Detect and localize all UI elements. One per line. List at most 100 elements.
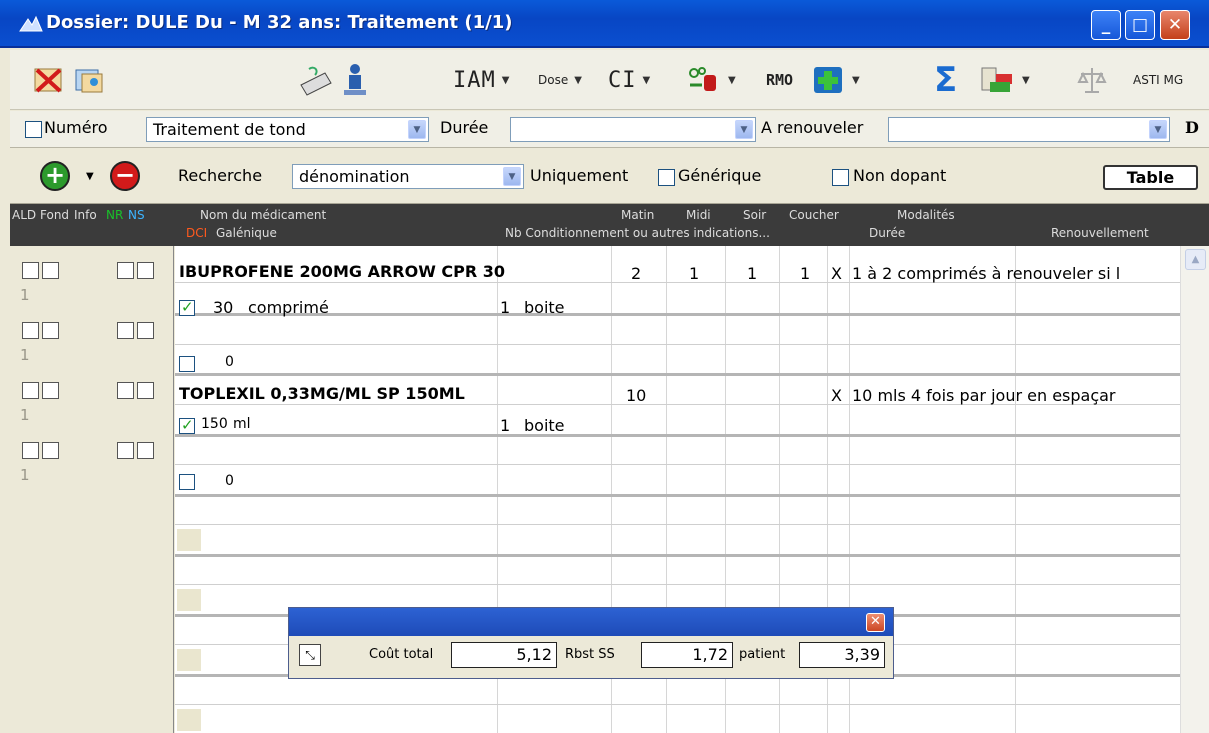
dose-coucher[interactable]: 1 <box>800 264 810 283</box>
ns-checkbox[interactable] <box>137 322 154 339</box>
header-midi: Midi <box>686 208 711 222</box>
ns-checkbox[interactable] <box>137 262 154 279</box>
galenique-checkbox[interactable] <box>179 356 195 372</box>
uniquement-label: Uniquement <box>530 166 629 185</box>
search-bar: + ▼ − Recherche dénomination ▼ Uniquemen… <box>10 149 1209 204</box>
nb-value[interactable]: 1 <box>500 298 510 317</box>
add-drug-icon[interactable]: + <box>40 161 70 191</box>
non-dopant-checkbox[interactable] <box>832 169 849 186</box>
scales-icon[interactable] <box>1075 62 1109 98</box>
header-ald: ALD <box>12 208 37 222</box>
minimize-button[interactable]: _ <box>1091 10 1121 40</box>
dropdown-arrow-icon[interactable]: ▼ <box>86 171 94 182</box>
pharmacy-cross-button[interactable]: ▼ <box>810 62 860 98</box>
renouveler-select[interactable]: ▼ <box>888 117 1170 142</box>
nr-checkbox[interactable] <box>117 262 134 279</box>
numero-label: Numéro <box>44 118 108 137</box>
nr-checkbox[interactable] <box>117 442 134 459</box>
ci-label: CI <box>608 67 637 93</box>
asti-mg-button[interactable]: ASTI MG <box>1133 62 1183 98</box>
nr-checkbox[interactable] <box>117 382 134 399</box>
galenique-checkbox[interactable] <box>179 474 195 490</box>
modalites-text[interactable]: 10 mls 4 fois par jour en espaçar <box>852 386 1116 405</box>
galenique-checkbox[interactable] <box>179 298 195 316</box>
nr-checkbox[interactable] <box>117 322 134 339</box>
conditionnement-value[interactable]: boite <box>524 298 565 317</box>
ald-checkbox[interactable] <box>22 382 39 399</box>
treatment-type-select[interactable]: Traitement de tond ▼ <box>146 117 429 142</box>
empty-cell <box>177 589 201 611</box>
fond-checkbox[interactable] <box>42 442 59 459</box>
dose-soir[interactable]: 1 <box>747 264 757 283</box>
ald-checkbox[interactable] <box>22 442 39 459</box>
numero-checkbox[interactable] <box>25 121 42 138</box>
fond-checkbox[interactable] <box>42 322 59 339</box>
rmo-button[interactable]: RMO <box>766 62 793 98</box>
ns-checkbox[interactable] <box>137 442 154 459</box>
dose-button[interactable]: Dose ▼ <box>538 62 582 98</box>
left-flags-column: 1 1 1 1 <box>10 246 174 733</box>
popup-title-bar: ✕ <box>289 608 893 636</box>
patient-value: 3,39 <box>799 642 885 668</box>
fond-checkbox[interactable] <box>42 262 59 279</box>
header-renouvellement: Renouvellement <box>1051 226 1149 240</box>
dose-matin[interactable]: 10 <box>626 386 646 405</box>
conditionnement-value[interactable]: boite <box>524 416 565 435</box>
qty-value[interactable]: 150 <box>201 416 228 432</box>
flag-row: 1 <box>10 246 174 306</box>
recherche-select[interactable]: dénomination ▼ <box>292 164 524 189</box>
ald-checkbox[interactable] <box>22 262 39 279</box>
header-nom: Nom du médicament <box>200 208 327 222</box>
vertical-scrollbar[interactable]: ▲ <box>1180 246 1209 733</box>
print-icon[interactable] <box>297 62 333 98</box>
iam-button[interactable]: IAM ▼ <box>453 62 509 98</box>
ald-checkbox[interactable] <box>22 322 39 339</box>
empty-qty-value[interactable]: 0 <box>225 354 234 370</box>
header-fond: Fond <box>40 208 70 222</box>
row-count: 1 <box>20 406 30 424</box>
unit-value[interactable]: ml <box>233 416 251 432</box>
dose-label: Dose <box>538 73 569 87</box>
filter-bar: Numéro Traitement de tond ▼ Durée ▼ A re… <box>10 111 1209 148</box>
rbst-ss-label: Rbst SS <box>565 647 615 662</box>
maximize-button[interactable]: □ <box>1125 10 1155 40</box>
copy-prescription-icon[interactable] <box>72 62 106 98</box>
ns-checkbox[interactable] <box>137 382 154 399</box>
chevron-down-icon: ▼ <box>1149 120 1167 139</box>
unit-value[interactable]: comprimé <box>248 298 329 317</box>
scroll-up-icon[interactable]: ▲ <box>1185 249 1206 270</box>
empty-cell <box>177 649 201 671</box>
patient-label: patient <box>739 647 786 662</box>
table-button[interactable]: Table <box>1103 165 1198 190</box>
iam-label: IAM <box>453 67 496 93</box>
ci-button[interactable]: CI ▼ <box>608 62 650 98</box>
empty-qty-value[interactable]: 0 <box>225 473 234 489</box>
interaction-pill-button[interactable]: ▼ <box>686 62 736 98</box>
sum-icon[interactable]: Σ <box>934 60 957 100</box>
remove-drug-icon[interactable]: − <box>110 161 140 191</box>
popup-close-button[interactable]: ✕ <box>866 613 885 632</box>
patient-icon[interactable] <box>340 62 370 98</box>
export-icon[interactable]: ▼ <box>978 62 1030 98</box>
dose-midi[interactable]: 1 <box>689 264 699 283</box>
header-info: Info <box>74 208 97 222</box>
generique-label: Générique <box>678 166 762 185</box>
drug-name[interactable]: IBUPROFENE 200MG ARROW CPR 30 <box>179 262 505 281</box>
collapse-icon[interactable]: ⤡ <box>299 644 321 666</box>
drug-name[interactable]: TOPLEXIL 0,33MG/ML SP 150ML <box>179 384 465 403</box>
galenique-checkbox[interactable] <box>179 416 195 434</box>
asti-label: ASTI MG <box>1133 73 1184 87</box>
modalites-text[interactable]: 1 à 2 comprimés à renouveler si l <box>852 264 1120 283</box>
dose-matin[interactable]: 2 <box>631 264 641 283</box>
nb-value[interactable]: 1 <box>500 416 510 435</box>
cost-popup: ✕ ⤡ Coût total 5,12 Rbst SS 1,72 patient… <box>288 607 894 679</box>
rmo-label: RMO <box>766 71 794 89</box>
fond-checkbox[interactable] <box>42 382 59 399</box>
generique-checkbox[interactable] <box>658 169 675 186</box>
duree-select[interactable]: ▼ <box>510 117 756 142</box>
delete-prescription-icon[interactable] <box>32 62 66 98</box>
chevron-down-icon: ▼ <box>503 167 521 186</box>
close-button[interactable]: ✕ <box>1160 10 1190 40</box>
row-count: 1 <box>20 286 30 304</box>
qty-value[interactable]: 30 <box>213 298 233 317</box>
